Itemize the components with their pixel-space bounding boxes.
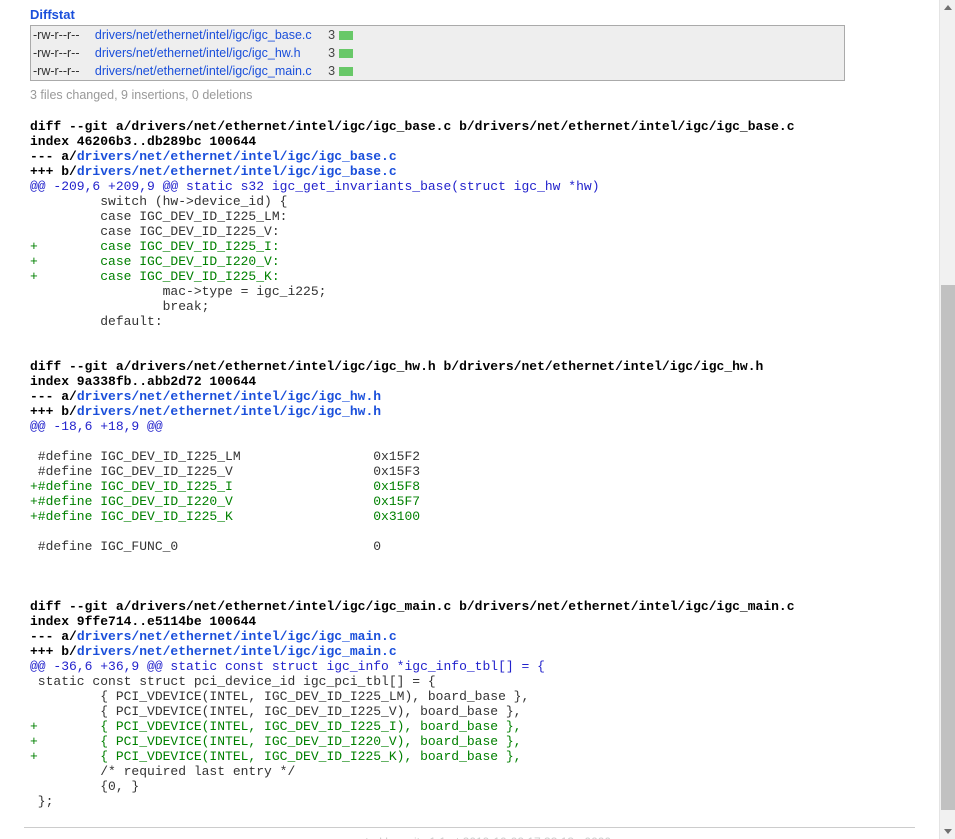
diff-context-line: case IGC_DEV_ID_I225_LM:: [30, 209, 927, 224]
diff-git-header: diff --git a/drivers/net/ethernet/intel/…: [30, 359, 927, 374]
diff-content: diff --git a/drivers/net/ethernet/intel/…: [30, 119, 927, 809]
page-viewport: a/drivers/net/ethernet/intel/igc/igc_bas…: [0, 0, 939, 839]
diff-context-line: #define IGC_DEV_ID_I225_LM 0x15F2: [30, 449, 927, 464]
diffstat-file-link[interactable]: drivers/net/ethernet/intel/igc/igc_base.…: [95, 28, 312, 42]
diff-hunk-header: @@ -18,6 +18,9 @@: [30, 419, 927, 434]
diff-added-line: + case IGC_DEV_ID_I220_V:: [30, 254, 927, 269]
scroll-down-arrow-icon[interactable]: [940, 823, 955, 839]
diff-context-line: switch (hw->device_id) {: [30, 194, 927, 209]
diff-new-file-line: +++ b/drivers/net/ethernet/intel/igc/igc…: [30, 164, 927, 179]
old-file-prefix: --- a/: [30, 389, 77, 404]
diff-added-line: + { PCI_VDEVICE(INTEL, IGC_DEV_ID_I225_K…: [30, 749, 927, 764]
diff-context-line: };: [30, 794, 927, 809]
diff-added-line: + { PCI_VDEVICE(INTEL, IGC_DEV_ID_I220_V…: [30, 734, 927, 749]
diffstat-file-link[interactable]: drivers/net/ethernet/intel/igc/igc_hw.h: [95, 46, 301, 60]
diffstat-file-link[interactable]: drivers/net/ethernet/intel/igc/igc_main.…: [95, 64, 312, 78]
diff-index-line: index 9a338fb..abb2d72 100644: [30, 374, 927, 389]
diff-context-line: static const struct pci_device_id igc_pc…: [30, 674, 927, 689]
diff-added-line: +#define IGC_DEV_ID_I225_I 0x15F8: [30, 479, 927, 494]
vertical-scrollbar[interactable]: [939, 0, 955, 839]
change-count: 3: [314, 44, 337, 62]
diffstat-row: -rw-r--r--drivers/net/ethernet/intel/igc…: [31, 26, 845, 45]
file-name-cell: drivers/net/ethernet/intel/igc/igc_main.…: [93, 62, 314, 81]
diff-context-line: /* required last entry */: [30, 764, 927, 779]
diff-added-line: + case IGC_DEV_ID_I225_I:: [30, 239, 927, 254]
diffstat-heading: Diffstat: [30, 7, 927, 23]
diff-context-line: #define IGC_FUNC_0 0: [30, 539, 927, 554]
diff-blank-line: [30, 344, 927, 359]
diff-blank-line: [30, 569, 927, 584]
new-file-prefix: +++ b/: [30, 164, 77, 179]
old-file-link[interactable]: drivers/net/ethernet/intel/igc/igc_main.…: [77, 629, 397, 644]
change-count: 3: [314, 62, 337, 81]
additions-bar: [339, 67, 353, 76]
diff-added-line: +#define IGC_DEV_ID_I220_V 0x15F7: [30, 494, 927, 509]
footer-text: generated by cgit v1.1 at 2019-10-02 17:…: [12, 828, 927, 839]
file-mode: -rw-r--r--: [31, 26, 93, 45]
diff-context-line: [30, 554, 927, 569]
diff-context-line: [30, 434, 927, 449]
scroll-up-arrow-icon[interactable]: [940, 0, 955, 16]
diffstat-table: -rw-r--r--drivers/net/ethernet/intel/igc…: [30, 25, 845, 81]
diff-blank-line: [30, 584, 927, 599]
diff-added-line: + { PCI_VDEVICE(INTEL, IGC_DEV_ID_I225_I…: [30, 719, 927, 734]
additions-bar: [339, 31, 353, 40]
file-name-cell: drivers/net/ethernet/intel/igc/igc_base.…: [93, 26, 314, 45]
new-file-link[interactable]: drivers/net/ethernet/intel/igc/igc_hw.h: [77, 404, 381, 419]
diff-added-line: +#define IGC_DEV_ID_I225_K 0x3100: [30, 509, 927, 524]
diffstat-row: -rw-r--r--drivers/net/ethernet/intel/igc…: [31, 62, 845, 81]
diff-context-line: {0, }: [30, 779, 927, 794]
file-mode: -rw-r--r--: [31, 44, 93, 62]
new-file-prefix: +++ b/: [30, 404, 77, 419]
diff-old-file-line: --- a/drivers/net/ethernet/intel/igc/igc…: [30, 389, 927, 404]
new-file-link[interactable]: drivers/net/ethernet/intel/igc/igc_main.…: [77, 644, 397, 659]
diff-context-line: { PCI_VDEVICE(INTEL, IGC_DEV_ID_I225_LM)…: [30, 689, 927, 704]
old-file-link[interactable]: drivers/net/ethernet/intel/igc/igc_hw.h: [77, 389, 381, 404]
diff-new-file-line: +++ b/drivers/net/ethernet/intel/igc/igc…: [30, 404, 927, 419]
change-graph: [337, 44, 844, 62]
diff-context-line: break;: [30, 299, 927, 314]
diff-context-line: case IGC_DEV_ID_I225_V:: [30, 224, 927, 239]
old-file-link[interactable]: drivers/net/ethernet/intel/igc/igc_base.…: [77, 149, 397, 164]
diff-context-line: { PCI_VDEVICE(INTEL, IGC_DEV_ID_I225_V),…: [30, 704, 927, 719]
new-file-prefix: +++ b/: [30, 644, 77, 659]
diff-old-file-line: --- a/drivers/net/ethernet/intel/igc/igc…: [30, 149, 927, 164]
additions-bar: [339, 49, 353, 58]
change-graph: [337, 62, 844, 81]
diff-hunk-header: @@ -36,6 +36,9 @@ static const struct ig…: [30, 659, 927, 674]
file-mode: -rw-r--r--: [31, 62, 93, 81]
diff-hunk-header: @@ -209,6 +209,9 @@ static s32 igc_get_i…: [30, 179, 927, 194]
old-file-prefix: --- a/: [30, 629, 77, 644]
diffstat-summary: 3 files changed, 9 insertions, 0 deletio…: [30, 87, 927, 103]
scrollbar-thumb[interactable]: [941, 285, 955, 810]
diff-added-line: + case IGC_DEV_ID_I225_K:: [30, 269, 927, 284]
diff-context-line: [30, 524, 927, 539]
diff-index-line: index 46206b3..db289bc 100644: [30, 134, 927, 149]
diff-blank-line: [30, 329, 927, 344]
old-file-prefix: --- a/: [30, 149, 77, 164]
diffstat-row: -rw-r--r--drivers/net/ethernet/intel/igc…: [31, 44, 845, 62]
diff-context-line: default:: [30, 314, 927, 329]
diff-index-line: index 9ffe714..e5114be 100644: [30, 614, 927, 629]
change-count: 3: [314, 26, 337, 45]
cgit-page: a/drivers/net/ethernet/intel/igc/igc_bas…: [0, 0, 939, 839]
change-graph: [337, 26, 844, 45]
diff-new-file-line: +++ b/drivers/net/ethernet/intel/igc/igc…: [30, 644, 927, 659]
diff-git-header: diff --git a/drivers/net/ethernet/intel/…: [30, 119, 927, 134]
new-file-link[interactable]: drivers/net/ethernet/intel/igc/igc_base.…: [77, 164, 397, 179]
diff-old-file-line: --- a/drivers/net/ethernet/intel/igc/igc…: [30, 629, 927, 644]
diff-context-line: #define IGC_DEV_ID_I225_V 0x15F3: [30, 464, 927, 479]
diff-git-header: diff --git a/drivers/net/ethernet/intel/…: [30, 599, 927, 614]
file-name-cell: drivers/net/ethernet/intel/igc/igc_hw.h: [93, 44, 314, 62]
diff-context-line: mac->type = igc_i225;: [30, 284, 927, 299]
